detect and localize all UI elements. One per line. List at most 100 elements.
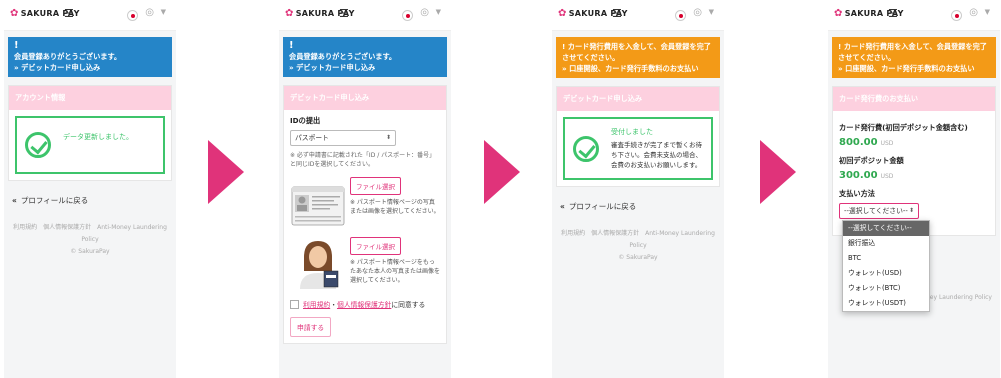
alert-text: ! カード発行費用を入金して、会員登録を完了させてください。 <box>562 42 711 62</box>
id-submit-label: IDの提出 <box>290 116 321 125</box>
menu-icon[interactable]: ☰ <box>888 7 898 20</box>
payment-alert: ! カード発行費用を入金して、会員登録を完了させてください。 » 口座開設、カー… <box>832 37 996 78</box>
payment-method-select[interactable]: --選択してください-- ⬍ <box>839 203 919 219</box>
sakura-icon: ✿ <box>285 8 294 19</box>
check-circle-icon <box>25 132 51 158</box>
selfie-upload-row: ファイル選択 ※ パスポート情報ページをもったあなた本人の写真または画像を選択し… <box>290 237 440 289</box>
debit-card-apply-link[interactable]: » デビットカード申し込み <box>289 62 441 73</box>
success-sub: 審査手続きが完了まで暫くお待ち下さい。会費未支払の場合、会費のお支払いお願いしま… <box>611 141 702 169</box>
success-message: 受付しました <box>611 128 653 136</box>
agree-row: 利用規約 ・ 個人情報保護方針 に同意する <box>290 299 440 309</box>
card-title: デビットカード申し込み <box>284 86 446 110</box>
chevron-down-icon[interactable]: ▼ <box>709 8 714 16</box>
menu-icon[interactable]: ☰ <box>612 7 622 20</box>
agree-checkbox[interactable] <box>290 299 299 309</box>
menu-icon[interactable]: ☰ <box>64 7 74 20</box>
card-body: IDの提出 パスポート ⬍ ※ 必ず申請書に記載された「ID / パスポート：番… <box>284 110 446 343</box>
card-fee-card: カード発行費のお支払い カード発行費(初回デポジット金額含む) 800.00 US… <box>832 86 996 236</box>
arrow-right-icon <box>484 140 520 204</box>
japan-flag-icon[interactable] <box>951 10 962 21</box>
sakura-icon: ✿ <box>10 8 19 19</box>
file-desc-passport: ※ パスポート情報ページの写真または画像を選択してください。 <box>350 199 440 215</box>
user-icon[interactable]: ◎ <box>145 7 154 18</box>
double-chevron-left-icon: « <box>560 202 565 211</box>
app-header: ✿ SAKURA PAY ☰ ◎ ▼ <box>828 0 1000 31</box>
fee1-label: カード発行費(初回デポジット金額含む) <box>839 123 968 132</box>
upload-controls: ファイル選択 ※ パスポート情報ページの写真または画像を選択してください。 <box>350 177 440 216</box>
screen-account-updated: ✿ SAKURA PAY ☰ ◎ ▼ ! 会員登録ありがとうございます。 » デビ… <box>4 0 176 378</box>
sakura-icon: ✿ <box>834 8 843 19</box>
fee1-amount: 800.00 USD <box>839 137 894 148</box>
footer: 利用規約 個人情報保護方針 Anti-Money Laundering Poli… <box>12 222 168 258</box>
payment-method-dropdown: --選択してください-- 銀行振込 BTC ウォレット(USD) ウォレット(B… <box>842 220 930 312</box>
card-title: デビットカード申し込み <box>557 87 719 111</box>
alert-text: 会員登録ありがとうございます。 <box>14 52 122 61</box>
dropdown-option[interactable]: ウォレット(BTC) <box>843 281 929 296</box>
alert-text: ! カード発行費用を入金して、会員登録を完了させてください。 <box>838 42 987 62</box>
chevron-down-icon[interactable]: ▼ <box>985 8 990 16</box>
screen-debit-application: ✿ SAKURA PAY ☰ ◎ ▼ ! 会員登録ありがとうございます。 » デビ… <box>279 0 451 378</box>
fee2-label: 初回デポジット金額 <box>839 156 904 165</box>
file-desc-selfie: ※ パスポート情報ページをもったあなた本人の写真または画像を選択してください。 <box>350 259 441 284</box>
payment-method-label: 支払い方法 <box>839 189 875 198</box>
privacy-link[interactable]: 個人情報保護方針 <box>337 299 391 309</box>
alert-icon: ! <box>14 40 19 51</box>
upload-controls: ファイル選択 ※ パスポート情報ページをもったあなた本人の写真または画像を選択し… <box>350 237 440 285</box>
copyright: © SakuraPay <box>70 248 110 255</box>
success-message: データ更新しました。 <box>63 133 133 141</box>
card-title: アカウント情報 <box>9 86 171 110</box>
payment-link[interactable]: » 口座開設、カード発行手数料のお支払い <box>838 63 990 74</box>
debit-card-apply-link[interactable]: » デビットカード申し込み <box>14 62 166 73</box>
footer: 利用規約 個人情報保護方針 Anti-Money Laundering Poli… <box>560 228 716 264</box>
footer-links[interactable]: 利用規約 個人情報保護方針 Anti-Money Laundering Poli… <box>560 228 716 252</box>
success-box: データ更新しました。 <box>15 116 165 174</box>
arrow-right-icon <box>208 140 244 204</box>
passport-image-icon <box>291 186 345 226</box>
menu-icon[interactable]: ☰ <box>339 7 349 20</box>
double-chevron-left-icon: « <box>12 196 17 205</box>
account-info-card: アカウント情報 データ更新しました。 <box>8 85 172 181</box>
back-to-profile-link[interactable]: «プロフィールに戻る <box>560 201 716 212</box>
japan-flag-icon[interactable] <box>675 10 686 21</box>
passport-upload-row: ファイル選択 ※ パスポート情報ページの写真または画像を選択してください。 <box>290 177 440 229</box>
debit-application-card: デビットカード申し込み IDの提出 パスポート ⬍ ※ 必ず申請書に記載された「… <box>283 85 447 344</box>
success-box: 受付しました 審査手続きが完了まで暫くお待ち下さい。会費未支払の場合、会費のお支… <box>563 117 713 180</box>
agree-suffix: に同意する <box>391 301 426 309</box>
app-header: ✿ SAKURA PAY ☰ ◎ ▼ <box>4 0 176 31</box>
terms-link[interactable]: 利用規約 <box>303 299 330 309</box>
alert-icon: ! <box>289 40 294 51</box>
payment-alert: ! カード発行費用を入金して、会員登録を完了させてください。 » 口座開設、カー… <box>556 37 720 78</box>
user-icon[interactable]: ◎ <box>969 7 978 18</box>
id-note: ※ 必ず申請書に記載された「ID / パスポート：番号」と同じIDを選択してくだ… <box>290 152 436 168</box>
chevron-down-icon[interactable]: ▼ <box>436 8 441 16</box>
sakura-icon: ✿ <box>558 8 567 19</box>
file-select-button-selfie[interactable]: ファイル選択 <box>350 237 401 255</box>
chevron-down-icon[interactable]: ▼ <box>161 8 166 16</box>
selfie-image-icon <box>300 241 339 289</box>
japan-flag-icon[interactable] <box>127 10 138 21</box>
screen-application-received: ✿ SAKURA PAY ☰ ◎ ▼ ! カード発行費用を入金して、会員登録を完了… <box>552 0 724 378</box>
apply-button[interactable]: 申請する <box>290 317 332 337</box>
copyright: © SakuraPay <box>618 254 658 261</box>
dropdown-option[interactable]: ウォレット(USDT) <box>843 296 929 311</box>
back-to-profile-link[interactable]: «プロフィールに戻る <box>12 195 168 206</box>
debit-application-card: デビットカード申し込み 受付しました 審査手続きが完了まで暫くお待ち下さい。会費… <box>556 86 720 187</box>
arrow-right-icon <box>760 140 796 204</box>
dropdown-option[interactable]: --選択してください-- <box>843 221 929 236</box>
fee2-amount: 300.00 USD <box>839 170 894 181</box>
dropdown-option[interactable]: 銀行振込 <box>843 236 929 251</box>
alert-text: 会員登録ありがとうございます。 <box>289 52 397 61</box>
user-icon[interactable]: ◎ <box>693 7 702 18</box>
app-header: ✿ SAKURA PAY ☰ ◎ ▼ <box>552 0 724 31</box>
file-select-button-passport[interactable]: ファイル選択 <box>350 177 401 195</box>
dropdown-option[interactable]: BTC <box>843 251 929 266</box>
dropdown-option[interactable]: ウォレット(USD) <box>843 266 929 281</box>
japan-flag-icon[interactable] <box>402 10 413 21</box>
registration-alert: ! 会員登録ありがとうございます。 » デビットカード申し込み <box>8 37 172 77</box>
card-title: カード発行費のお支払い <box>833 87 995 111</box>
user-icon[interactable]: ◎ <box>420 7 429 18</box>
footer-links[interactable]: 利用規約 個人情報保護方針 Anti-Money Laundering Poli… <box>12 222 168 246</box>
id-type-select[interactable]: パスポート ⬍ <box>290 130 396 146</box>
payment-link[interactable]: » 口座開設、カード発行手数料のお支払い <box>562 63 714 74</box>
registration-alert: ! 会員登録ありがとうございます。 » デビットカード申し込み <box>283 37 447 77</box>
